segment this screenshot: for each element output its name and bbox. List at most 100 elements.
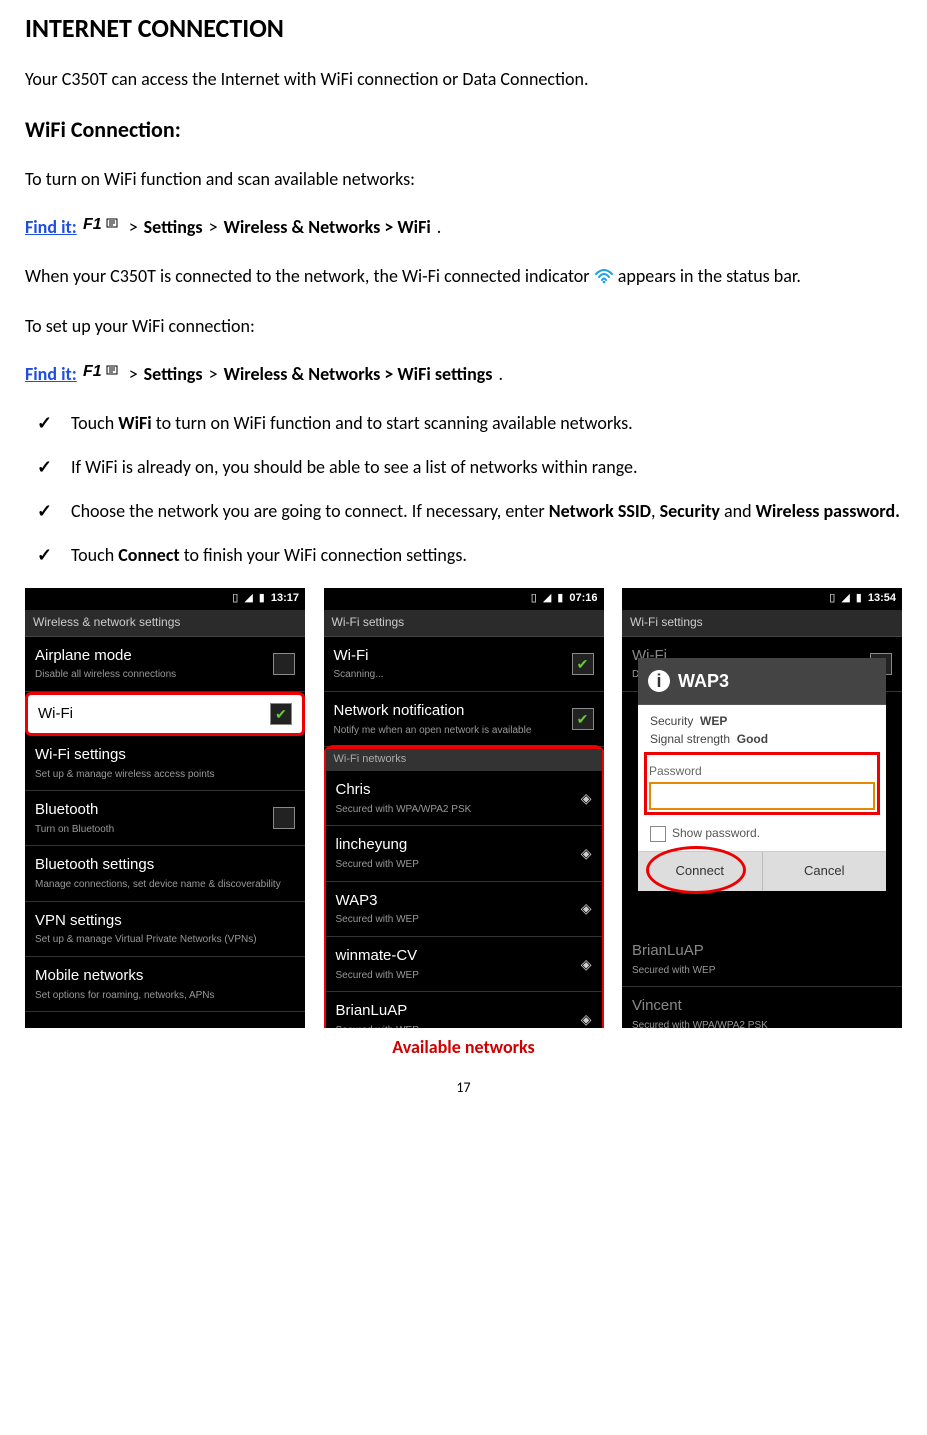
sd-icon: ▯	[232, 591, 238, 607]
list-item: ✓ Choose the network you are going to co…	[37, 498, 902, 524]
signal-icon: ◢	[841, 591, 849, 607]
dialog-buttons: Connect Cancel	[638, 851, 886, 891]
gt: >	[129, 214, 138, 240]
list-text: Touch WiFi to turn on WiFi function and …	[71, 410, 902, 436]
networks-highlighted-box: Wi-Fi networks ChrisSecured with WPA/WPA…	[324, 745, 604, 1028]
setting-airplane[interactable]: Airplane modeDisable all wireless connec…	[25, 637, 305, 692]
network-item[interactable]: lincheyungSecured with WEP◈	[326, 826, 602, 881]
setting-vpn[interactable]: VPN settingsSet up & manage Virtual Priv…	[25, 902, 305, 957]
list-item: ✓ Touch WiFi to turn on WiFi function an…	[37, 410, 902, 436]
connect-button[interactable]: Connect	[638, 852, 763, 891]
path-wifi-settings: Wireless & Networks > WiFi settings	[224, 361, 493, 387]
instruction-list: ✓ Touch WiFi to turn on WiFi function an…	[37, 410, 902, 568]
settings-bold: Settings	[144, 361, 203, 387]
wifi-signal-icon: ◈	[581, 1009, 592, 1028]
setup-text: To set up your WiFi connection:	[25, 313, 902, 339]
checkmark-icon: ✓	[37, 410, 71, 436]
page-title: INTERNET CONNECTION	[25, 10, 902, 48]
connected-pre: When your C350T is connected to the netw…	[25, 265, 590, 287]
intro-paragraph: Your C350T can access the Internet with …	[25, 66, 902, 92]
turn-on-text: To turn on WiFi function and scan availa…	[25, 166, 902, 192]
signal-icon: ◢	[244, 591, 252, 607]
battery-icon: ▮	[856, 591, 862, 607]
checkbox-checked[interactable]	[572, 653, 594, 675]
list-text: Touch Connect to finish your WiFi connec…	[71, 542, 902, 568]
gt: >	[129, 361, 138, 387]
checkbox[interactable]	[650, 826, 666, 842]
available-networks-caption: Available networks	[392, 1034, 534, 1060]
screen-title: Wi-Fi settings	[324, 610, 604, 636]
screenshot-row: ▯ ◢ ▮ 13:17 Wireless & network settings Air…	[25, 588, 902, 1060]
checkbox-checked[interactable]	[572, 708, 594, 730]
battery-icon: ▮	[259, 591, 265, 607]
gt: >	[209, 361, 218, 387]
network-item[interactable]: ChrisSecured with WPA/WPA2 PSK◈	[326, 771, 602, 826]
password-highlighted-box: Password	[644, 752, 880, 815]
f1-icon: F1	[83, 214, 123, 241]
sd-icon: ▯	[531, 591, 537, 607]
f1-icon: F1	[83, 361, 123, 388]
setting-mobile-networks[interactable]: Mobile networksSet options for roaming, …	[25, 957, 305, 1012]
connected-post: appears in the status bar.	[618, 265, 801, 287]
dot: .	[498, 361, 503, 387]
signal-icon: ◢	[543, 591, 551, 607]
dot: .	[437, 214, 442, 240]
sd-icon: ▯	[829, 591, 835, 607]
list-text: If WiFi is already on, you should be abl…	[71, 454, 902, 480]
setting-wifi-highlighted[interactable]: Wi-Fi	[25, 692, 305, 736]
screenshot-connect-dialog: ▯◢▮13:54 Wi-Fi settings Wi-FiDisconnecte…	[622, 588, 902, 1028]
gt: >	[209, 214, 218, 240]
setting-bluetooth[interactable]: BluetoothTurn on Bluetooth	[25, 791, 305, 846]
screen-title: Wireless & network settings	[25, 610, 305, 636]
status-bar: ▯ ◢ ▮ 13:54	[622, 588, 902, 610]
setting-wifi-toggle[interactable]: Wi-FiScanning...	[324, 637, 604, 692]
find-it-label: Find it:	[25, 361, 77, 387]
network-item[interactable]: winmate-CVSecured with WEP◈	[326, 937, 602, 992]
wifi-indicator-icon	[594, 265, 614, 291]
network-item[interactable]: WAP3Secured with WEP◈	[326, 882, 602, 937]
status-time: 13:54	[868, 591, 896, 607]
status-time: 07:16	[569, 591, 597, 607]
checkmark-icon: ✓	[37, 542, 71, 568]
dialog-title: WAP3	[678, 668, 729, 694]
checkbox[interactable]	[273, 653, 295, 675]
status-bar: ▯ ◢ ▮ 07:16	[324, 588, 604, 610]
find-it-path-1: Find it: F1 > Settings > Wireless & Netw…	[25, 214, 902, 241]
svg-text:F1: F1	[83, 363, 102, 380]
wifi-signal-icon: ◈	[581, 898, 592, 918]
section-header: Wi-Fi networks	[326, 749, 602, 771]
wifi-connection-heading: WiFi Connection:	[25, 114, 902, 146]
screenshot-wifi-settings: ▯ ◢ ▮ 07:16 Wi-Fi settings Wi-FiScanning...…	[324, 588, 604, 1028]
show-password-row[interactable]: Show password.	[650, 825, 874, 842]
checkbox[interactable]	[273, 807, 295, 829]
list-item: ✓ Touch Connect to finish your WiFi conn…	[37, 542, 902, 568]
wifi-signal-icon: ◈	[581, 843, 592, 863]
list-text: Choose the network you are going to conn…	[71, 498, 902, 524]
setting-network-notification[interactable]: Network notificationNotify me when an op…	[324, 692, 604, 747]
screenshot-wireless-settings: ▯ ◢ ▮ 13:17 Wireless & network settings Air…	[25, 588, 305, 1028]
network-item[interactable]: BrianLuAPSecured with WEP	[622, 932, 902, 987]
info-icon: i	[648, 670, 670, 692]
network-item[interactable]: VincentSecured with WPA/WPA2 PSK	[622, 987, 902, 1028]
find-it-path-2: Find it: F1 > Settings > Wireless & Netw…	[25, 361, 902, 388]
page-number: 17	[25, 1078, 902, 1098]
network-item[interactable]: BrianLuAPSecured with WEP◈	[326, 992, 602, 1028]
dialog-header: i WAP3	[638, 658, 886, 705]
password-input[interactable]	[649, 782, 875, 810]
password-label: Password	[649, 763, 875, 780]
dialog-body: Security WEP Signal strength Good Passwo…	[638, 705, 886, 851]
battery-icon: ▮	[557, 591, 563, 607]
find-it-label: Find it:	[25, 214, 77, 240]
setting-bluetooth-settings[interactable]: Bluetooth settingsManage connections, se…	[25, 846, 305, 901]
wifi-signal-icon: ◈	[581, 954, 592, 974]
checkbox-checked[interactable]	[270, 703, 292, 725]
list-item: ✓ If WiFi is already on, you should be a…	[37, 454, 902, 480]
cancel-button[interactable]: Cancel	[763, 852, 887, 891]
screen-title: Wi-Fi settings	[622, 610, 902, 636]
setting-wifi-settings[interactable]: Wi-Fi settingsSet up & manage wireless a…	[25, 736, 305, 791]
svg-text:F1: F1	[83, 216, 102, 233]
status-time: 13:17	[271, 591, 299, 607]
checkmark-icon: ✓	[37, 498, 71, 524]
settings-bold: Settings	[144, 214, 203, 240]
wifi-connect-dialog: i WAP3 Security WEP Signal strength Good…	[638, 658, 886, 891]
